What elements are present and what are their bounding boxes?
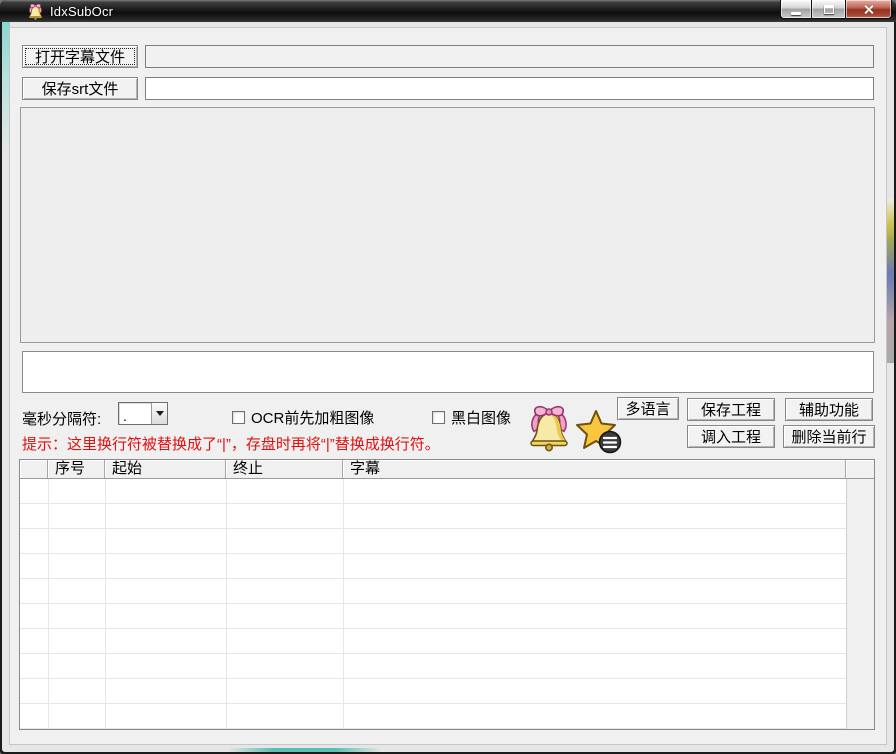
delete-current-row-button[interactable]: 删除当前行	[783, 425, 875, 448]
app-window: IdxSubOcr 打开字幕文件 保存srt文件	[0, 0, 896, 754]
minimize-button[interactable]	[780, 0, 812, 19]
grid-column-line	[226, 479, 227, 729]
combo-dropdown-button[interactable]	[151, 403, 167, 424]
minimize-icon	[791, 12, 801, 15]
table-body[interactable]	[20, 479, 874, 729]
bold-image-checkbox[interactable]	[232, 411, 245, 424]
window-frame: 打开字幕文件 保存srt文件 毫秒分隔符: . OCR前先加粗图像	[2, 22, 894, 752]
subtitle-image-panel	[20, 107, 875, 343]
frame-bottom-glow	[227, 748, 382, 752]
frame-left-glow	[2, 22, 10, 152]
bw-image-checkbox-label: 黑白图像	[451, 407, 511, 428]
grid-column-line	[105, 479, 106, 729]
open-subtitle-file-button[interactable]: 打开字幕文件	[22, 45, 138, 68]
table-header-cell-subtitle: 字幕	[343, 460, 846, 479]
aux-functions-button[interactable]: 辅助功能	[785, 398, 873, 421]
save-project-button[interactable]: 保存工程	[687, 398, 775, 421]
star-menu-icon[interactable]	[575, 409, 623, 455]
table-right-gutter	[847, 479, 874, 729]
multilang-button[interactable]: 多语言	[617, 397, 679, 420]
ms-separator-value: .	[119, 403, 151, 424]
bw-image-checkbox[interactable]	[432, 411, 445, 424]
ms-separator-label: 毫秒分隔符:	[22, 408, 101, 429]
load-project-button[interactable]: 调入工程	[687, 425, 775, 448]
window-title: IdxSubOcr	[50, 4, 113, 19]
table-header-cell-filler	[846, 460, 874, 479]
app-icon-bell-icon[interactable]	[27, 3, 44, 20]
close-icon	[863, 4, 874, 15]
bold-image-checkbox-label: OCR前先加粗图像	[251, 407, 374, 428]
title-bar[interactable]: IdxSubOcr	[0, 0, 896, 22]
main-form: 打开字幕文件 保存srt文件 毫秒分隔符: . OCR前先加粗图像	[10, 28, 886, 744]
maximize-icon	[824, 5, 834, 14]
save-file-path-input[interactable]	[145, 77, 874, 100]
table-header: 序号 起始 终止 字幕	[20, 460, 874, 479]
ms-separator-select[interactable]: .	[118, 402, 168, 425]
save-srt-file-button[interactable]: 保存srt文件	[22, 77, 138, 100]
table-header-cell-index: 序号	[48, 460, 105, 479]
ocr-text-area[interactable]	[22, 351, 874, 393]
line-break-hint-text: 提示：这里换行符被替换成了“|”，存盘时再将“|”替换成换行符。	[22, 433, 440, 454]
subtitle-table[interactable]: 序号 起始 终止 字幕	[19, 459, 875, 730]
table-header-cell-end: 终止	[226, 460, 343, 479]
table-header-cell-marker	[20, 460, 48, 479]
grid-column-line	[343, 479, 344, 729]
maximize-button[interactable]	[812, 0, 845, 19]
bw-image-checkbox-group[interactable]: 黑白图像	[432, 407, 511, 428]
frame-right-glow	[887, 198, 894, 363]
bell-with-bow-icon[interactable]	[525, 403, 573, 452]
grid-column-line	[48, 479, 49, 729]
open-file-path-input[interactable]	[145, 45, 874, 68]
close-button[interactable]	[845, 0, 892, 19]
window-controls	[780, 0, 892, 19]
bold-image-checkbox-group[interactable]: OCR前先加粗图像	[232, 407, 374, 428]
table-header-cell-start: 起始	[105, 460, 226, 479]
chevron-down-icon	[156, 411, 164, 416]
